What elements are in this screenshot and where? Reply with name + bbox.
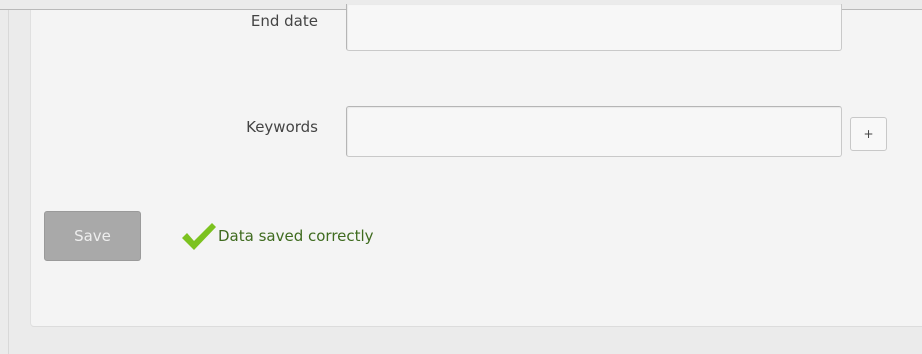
save-status: Data saved correctly [180, 220, 374, 254]
end-date-label: End date [250, 12, 318, 30]
left-divider [8, 10, 9, 354]
keywords-input[interactable] [346, 106, 842, 157]
status-message: Data saved correctly [218, 227, 374, 245]
add-keyword-button[interactable]: + [850, 117, 887, 151]
save-button[interactable]: Save [44, 211, 141, 261]
page: End date Keywords + Save Data saved corr… [0, 0, 922, 354]
keywords-label: Keywords [246, 118, 318, 136]
end-date-input[interactable] [346, 4, 842, 51]
checkmark-icon [180, 220, 218, 254]
form-panel [30, 10, 922, 327]
